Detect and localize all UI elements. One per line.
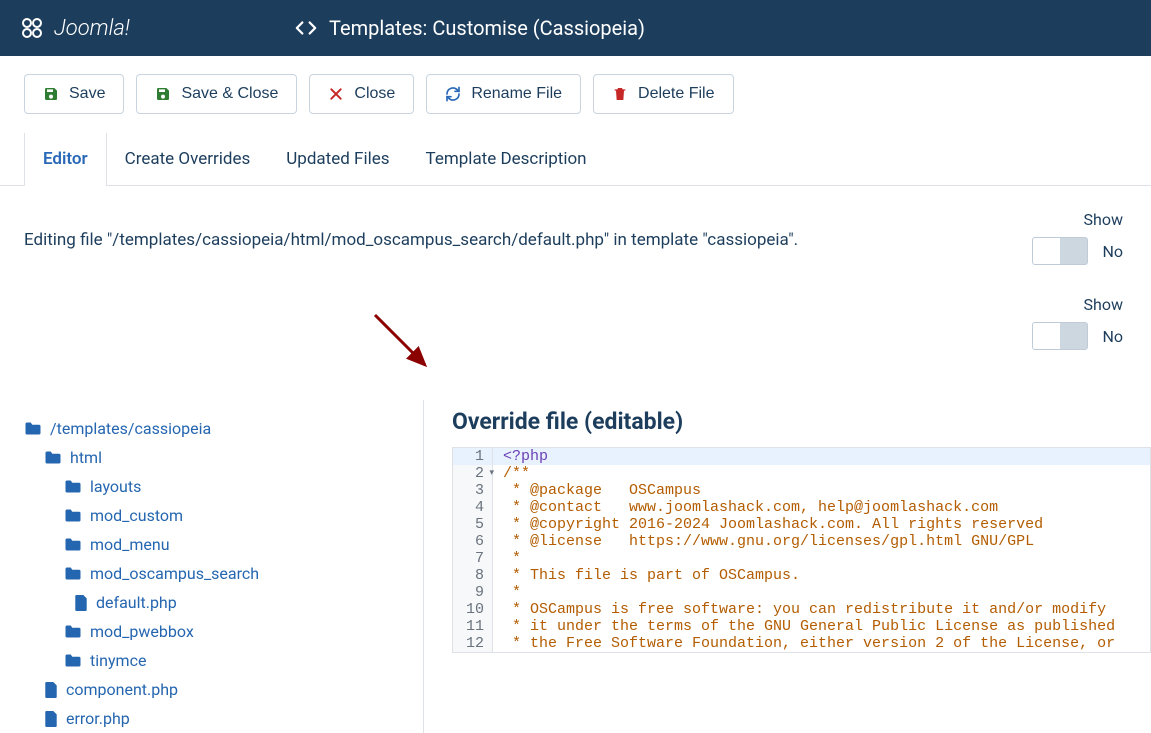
folder-icon (24, 421, 42, 436)
brand-text: Joomla! (54, 16, 130, 41)
tree-error-php[interactable]: error.php (24, 704, 423, 733)
tab-updated-files[interactable]: Updated Files (268, 133, 407, 185)
tree-default-php[interactable]: default.php (24, 588, 423, 617)
save-close-button[interactable]: Save & Close (136, 74, 297, 114)
trash-icon (612, 86, 628, 102)
folder-icon (44, 450, 62, 465)
page-title: Templates: Customise (Cassiopeia) (329, 16, 645, 40)
page-title-bar: Templates: Customise (Cassiopeia) (275, 16, 645, 40)
editing-file-text: Editing file "/templates/cassiopeia/html… (24, 210, 1032, 270)
tree-root[interactable]: /templates/cassiopeia (24, 414, 423, 443)
code-icon (295, 17, 317, 39)
save-icon (43, 86, 59, 102)
editor-area: Override file (editable) 1<?php2▾/**3 * … (424, 400, 1151, 733)
side-controls: Show No Show No (1032, 210, 1127, 350)
tabs: Editor Create Overrides Updated Files Te… (0, 133, 1151, 186)
delete-file-button[interactable]: Delete File (593, 74, 733, 114)
tree-mod-menu[interactable]: mod_menu (24, 530, 423, 559)
tab-create-overrides[interactable]: Create Overrides (107, 133, 269, 185)
tab-template-description[interactable]: Template Description (408, 133, 605, 185)
toggle-2-label: No (1102, 327, 1123, 346)
close-icon (328, 86, 344, 102)
file-icon (44, 711, 58, 727)
tree-html[interactable]: html (24, 443, 423, 472)
toggle-1[interactable] (1032, 237, 1088, 265)
brand[interactable]: Joomla! (0, 16, 275, 41)
folder-icon (64, 653, 82, 668)
file-icon (74, 595, 88, 611)
refresh-icon (445, 86, 461, 102)
toggle-1-label: No (1102, 242, 1123, 261)
folder-icon (64, 566, 82, 581)
save-button[interactable]: Save (24, 74, 124, 114)
folder-icon (64, 508, 82, 523)
tree-component-php[interactable]: component.php (24, 675, 423, 704)
tree-mod-oscampus-search[interactable]: mod_oscampus_search (24, 559, 423, 588)
code-editor[interactable]: 1<?php2▾/**3 * @package OSCampus4 * @con… (452, 447, 1151, 653)
tree-mod-custom[interactable]: mod_custom (24, 501, 423, 530)
tab-editor[interactable]: Editor (24, 133, 107, 185)
toggle-2[interactable] (1032, 322, 1088, 350)
tree-tinymce[interactable]: tinymce (24, 646, 423, 675)
save-icon (155, 86, 171, 102)
header: Joomla! Templates: Customise (Cassiopeia… (0, 0, 1151, 56)
show-link-2[interactable]: Show (1084, 295, 1123, 314)
toolbar: Save Save & Close Close Rename File Dele… (0, 56, 1151, 133)
close-button[interactable]: Close (309, 74, 414, 114)
joomla-logo-icon (20, 16, 44, 40)
folder-icon (64, 624, 82, 639)
file-tree: /templates/cassiopeia html layouts mod_c… (24, 400, 424, 733)
tree-mod-pwebbox[interactable]: mod_pwebbox (24, 617, 423, 646)
file-icon (44, 682, 58, 698)
tree-layouts[interactable]: layouts (24, 472, 423, 501)
rename-file-button[interactable]: Rename File (426, 74, 581, 114)
show-link-1[interactable]: Show (1084, 210, 1123, 229)
editor-title: Override file (editable) (452, 400, 1151, 447)
folder-icon (64, 479, 82, 494)
folder-icon (64, 537, 82, 552)
